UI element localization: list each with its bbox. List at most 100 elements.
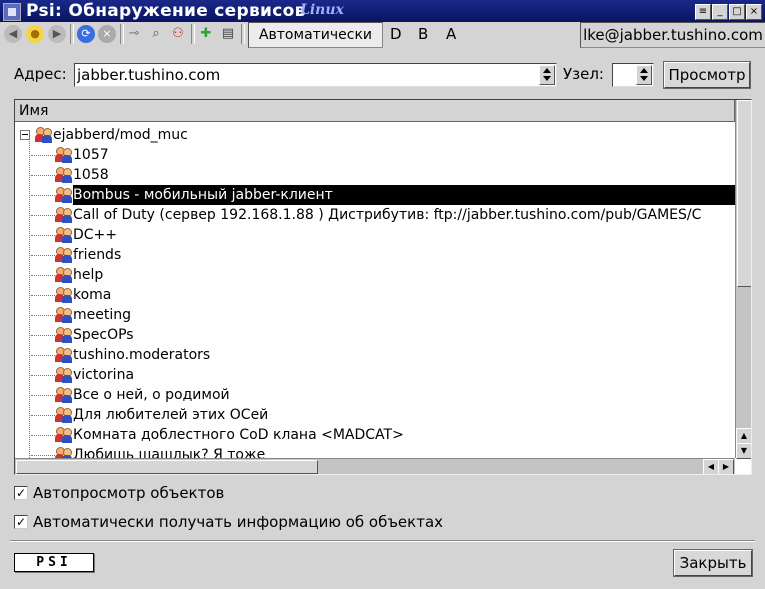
vertical-scrollbar[interactable]: ▲ ▼ xyxy=(735,100,751,459)
checkmark-icon: ✓ xyxy=(15,486,27,500)
tree-item-label: DC++ xyxy=(73,227,118,243)
groupchat-icon xyxy=(55,307,73,323)
groupchat-icon xyxy=(55,207,73,223)
groupchat-icon xyxy=(55,167,73,183)
tree-item[interactable]: koma xyxy=(15,285,737,305)
tree-item[interactable]: friends xyxy=(15,245,737,265)
groupchat-icon xyxy=(55,267,73,283)
divider xyxy=(10,540,755,542)
groupchat-icon xyxy=(55,387,73,403)
app-icon[interactable] xyxy=(3,3,21,21)
toolbar-letter-d[interactable]: D xyxy=(390,22,402,46)
address-dropdown-icon[interactable] xyxy=(539,65,555,85)
tree-branch xyxy=(31,295,55,296)
services-tree[interactable]: Имя ejabberd/mod_muc 1057 1058 Bombus - мо… xyxy=(14,99,752,475)
tree-branch xyxy=(31,315,55,316)
minimize-button[interactable]: _ xyxy=(712,4,728,20)
add-contact-icon[interactable]: ✚ xyxy=(197,25,215,43)
groupchat-icon xyxy=(55,287,73,303)
tree-branch xyxy=(31,435,55,436)
tree-item-label: meeting xyxy=(73,307,132,323)
node-label: Узел: xyxy=(563,65,604,83)
tree-root[interactable]: ejabberd/mod_muc xyxy=(15,125,737,145)
tree-item[interactable]: Комната доблестного CoD клана <MADCAT> xyxy=(15,425,737,445)
scroll-down-icon[interactable]: ▼ xyxy=(736,443,751,459)
tree-item[interactable]: Call of Duty (сервер 192.168.1.88 ) Дист… xyxy=(15,205,737,225)
tree-branch xyxy=(31,275,55,276)
scroll-up-icon[interactable]: ▲ xyxy=(736,428,751,444)
tree-root-label: ejabberd/mod_muc xyxy=(53,127,188,143)
lightbulb-icon[interactable]: ● xyxy=(26,25,44,43)
tree-item[interactable]: meeting xyxy=(15,305,737,325)
tree-item-label: tushino.moderators xyxy=(73,347,211,363)
tree-item-label: 1057 xyxy=(73,147,109,163)
maximize-button[interactable]: □ xyxy=(729,4,745,20)
auto-browse-checkbox[interactable]: ✓ xyxy=(14,486,28,500)
join-groupchat-icon[interactable]: ⚇ xyxy=(169,25,187,43)
tree-item-label: Комната доблестного CoD клана <MADCAT> xyxy=(73,427,404,443)
auto-browse-label[interactable]: Автопросмотр объектов xyxy=(33,484,224,502)
tree-item-label: Bombus - мобильный jabber-клиент xyxy=(73,185,751,205)
brand-logo: Linux xyxy=(300,2,344,18)
psi-logo: PSI xyxy=(14,553,94,572)
search-icon[interactable]: ⌕ xyxy=(147,25,165,43)
tree-item[interactable]: victorina xyxy=(15,365,737,385)
tree-branch xyxy=(31,375,55,376)
tree-item[interactable]: Все о ней, о родимой xyxy=(15,385,737,405)
vcard-icon[interactable]: ▤ xyxy=(219,25,237,43)
groupchat-icon xyxy=(55,187,73,203)
tree-branch xyxy=(31,215,55,216)
tree-branch xyxy=(31,335,55,336)
browse-button[interactable]: Просмотр xyxy=(663,61,751,89)
tree-item[interactable]: Bombus - мобильный jabber-клиент xyxy=(15,185,751,205)
account-label[interactable]: lke@jabber.tushino.com xyxy=(580,22,765,48)
close-button[interactable]: Закрыть xyxy=(673,549,753,577)
tree-item-label: Call of Duty (сервер 192.168.1.88 ) Дист… xyxy=(73,207,702,223)
tree-item[interactable]: SpecOPs xyxy=(15,325,737,345)
tree-item[interactable]: 1057 xyxy=(15,145,737,165)
tree-item-label: SpecOPs xyxy=(73,327,134,343)
tree-item-label: help xyxy=(73,267,104,283)
register-icon[interactable]: ⊸ xyxy=(125,25,143,43)
stop-icon[interactable]: × xyxy=(98,25,116,43)
toolbar-separator xyxy=(241,24,245,44)
auto-info-label[interactable]: Автоматически получать информацию об объ… xyxy=(33,513,443,531)
tree-item[interactable]: DC++ xyxy=(15,225,737,245)
tree-item[interactable]: 1058 xyxy=(15,165,737,185)
horizontal-scrollbar[interactable]: ◀ ▶ xyxy=(15,458,735,474)
window-title: Psi: Обнаружение сервисов xyxy=(26,1,306,21)
groupchat-icon xyxy=(55,227,73,243)
tree-item-label: Для любителей этих ОСей xyxy=(73,407,269,423)
scroll-left-icon[interactable]: ◀ xyxy=(703,459,719,474)
tree-item[interactable]: Для любителей этих ОСей xyxy=(15,405,737,425)
refresh-icon[interactable]: ⟳ xyxy=(77,25,95,43)
address-input[interactable] xyxy=(77,64,537,86)
tree-item-label: friends xyxy=(73,247,122,263)
groupchat-icon xyxy=(55,327,73,343)
collapse-icon[interactable] xyxy=(20,130,30,140)
tree-item[interactable]: tushino.moderators xyxy=(15,345,737,365)
tree-item-label: victorina xyxy=(73,367,135,383)
scroll-right-icon[interactable]: ▶ xyxy=(718,459,734,474)
vertical-scroll-thumb[interactable] xyxy=(737,100,751,287)
auto-info-checkbox[interactable]: ✓ xyxy=(14,515,28,529)
shade-button[interactable]: ≡ xyxy=(695,4,711,20)
tree-branch xyxy=(31,155,55,156)
tree-item[interactable]: help xyxy=(15,265,737,285)
tree-branch xyxy=(31,255,55,256)
tree-branch xyxy=(31,195,55,196)
forward-icon[interactable]: ▶ xyxy=(48,25,66,43)
column-header-name[interactable]: Имя xyxy=(15,100,735,122)
automatic-toggle-button[interactable]: Автоматически xyxy=(248,22,383,48)
close-window-button[interactable]: × xyxy=(746,4,762,20)
toolbar-letter-b[interactable]: B xyxy=(418,22,428,46)
back-icon[interactable]: ◀ xyxy=(4,25,22,43)
toolbar-letter-a[interactable]: A xyxy=(446,22,456,46)
address-combo[interactable] xyxy=(74,63,557,87)
groupchat-icon xyxy=(35,127,53,143)
node-combo[interactable] xyxy=(612,63,654,87)
horizontal-scroll-thumb[interactable] xyxy=(16,460,318,474)
tree-branch xyxy=(31,415,55,416)
node-dropdown-icon[interactable] xyxy=(636,65,652,85)
checkmark-icon: ✓ xyxy=(15,515,27,529)
